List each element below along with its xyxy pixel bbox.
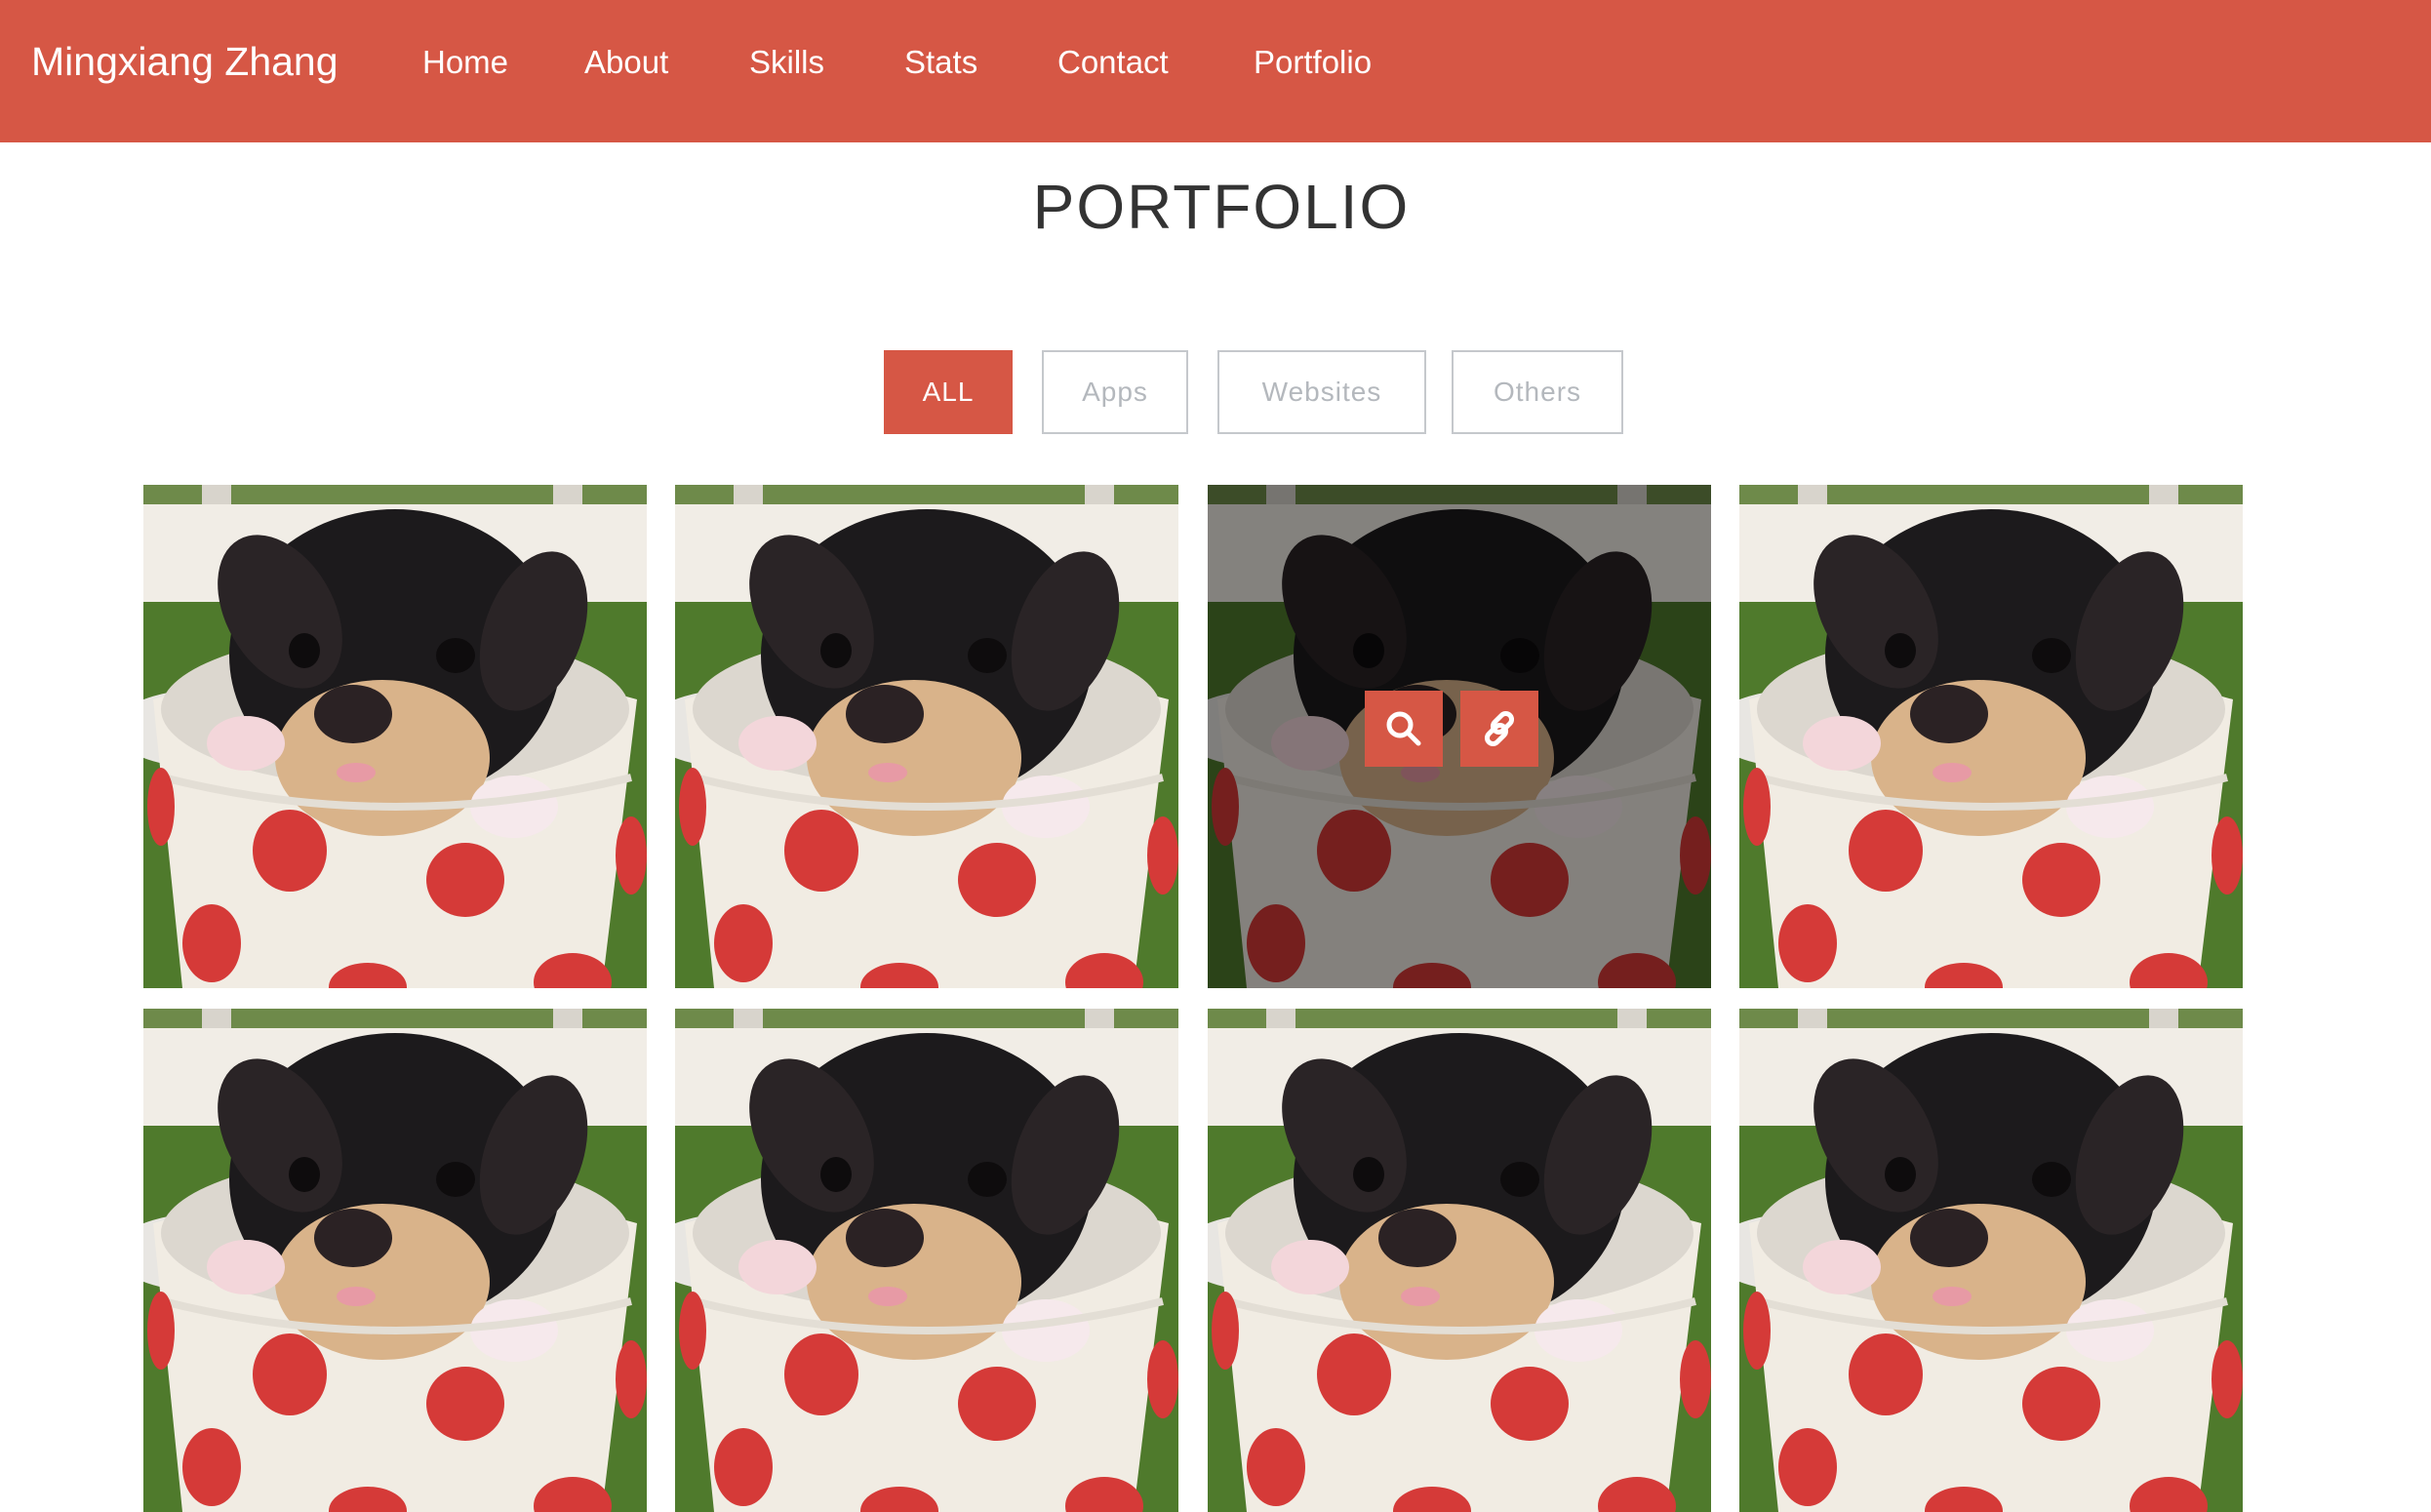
filter-websites[interactable]: Websites — [1217, 350, 1426, 434]
portfolio-image — [1739, 1009, 2243, 1512]
portfolio-item[interactable] — [675, 1009, 1178, 1512]
brand-link[interactable]: Mingxiang Zhang — [31, 39, 339, 85]
portfolio-image — [143, 1009, 647, 1512]
portfolio-image — [1208, 1009, 1711, 1512]
link-button[interactable] — [1460, 691, 1538, 767]
portfolio-image — [1739, 485, 2243, 988]
navbar: Mingxiang Zhang Home About Skills Stats … — [0, 0, 2431, 142]
portfolio-item[interactable] — [143, 485, 647, 988]
portfolio-item[interactable] — [675, 485, 1178, 988]
nav-about[interactable]: About — [584, 44, 668, 81]
page-title: PORTFOLIO — [1032, 172, 1411, 242]
nav-contact[interactable]: Contact — [1057, 44, 1169, 81]
portfolio-item[interactable] — [1739, 485, 2243, 988]
portfolio-image — [675, 485, 1178, 988]
nav-stats[interactable]: Stats — [904, 44, 977, 81]
portfolio-image — [143, 485, 647, 988]
hover-overlay — [1208, 485, 1711, 988]
nav-portfolio[interactable]: Portfolio — [1254, 44, 1372, 81]
filter-others[interactable]: Others — [1452, 350, 1623, 434]
link-icon — [1479, 708, 1520, 749]
search-button[interactable] — [1365, 691, 1443, 767]
nav-home[interactable]: Home — [422, 44, 508, 81]
portfolio-image — [675, 1009, 1178, 1512]
search-icon — [1384, 709, 1423, 748]
filter-apps[interactable]: Apps — [1042, 350, 1188, 434]
portfolio-item[interactable] — [1739, 1009, 2243, 1512]
filter-all[interactable]: ALL — [884, 350, 1013, 434]
portfolio-item[interactable] — [1208, 1009, 1711, 1512]
nav-skills[interactable]: Skills — [749, 44, 824, 81]
portfolio-item[interactable] — [143, 1009, 647, 1512]
portfolio-item[interactable] — [1208, 485, 1711, 988]
